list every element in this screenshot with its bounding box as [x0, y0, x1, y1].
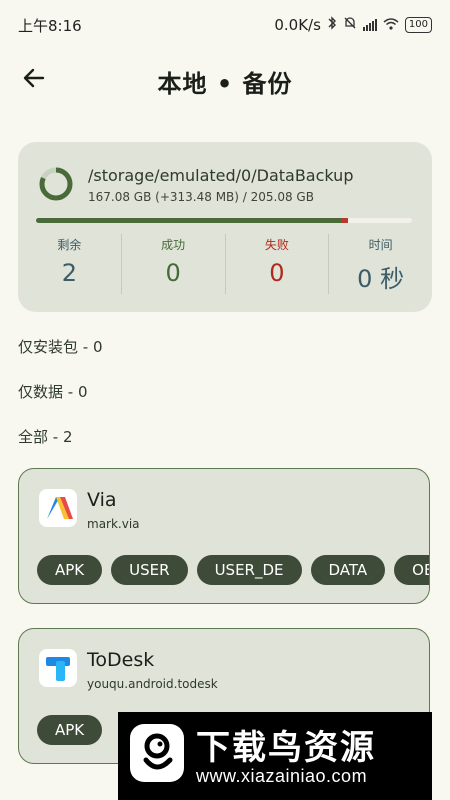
wifi-icon [383, 16, 399, 34]
chip-user-de[interactable]: USER_DE [196, 555, 302, 585]
chip-user[interactable]: USER [111, 555, 188, 585]
stat-time: 时间 0 秒 [328, 234, 432, 294]
chip-apk[interactable]: APK [37, 555, 103, 585]
storage-usage: 167.08 GB (+313.48 MB) / 205.08 GB [88, 190, 314, 204]
battery-icon: 100 [404, 17, 432, 33]
stat-label: 时间 [368, 238, 393, 252]
storage-progress-pending [342, 218, 349, 223]
storage-progress [36, 218, 412, 223]
app-name: ToDesk [87, 649, 155, 671]
backup-summary-card: /storage/emulated/0/DataBackup 167.08 GB… [18, 142, 432, 312]
app-bar: 本地 • 备份 [0, 52, 450, 108]
status-bar: 上午8:16 0.0K/s 100 [0, 0, 450, 50]
storage-path: /storage/emulated/0/DataBackup [88, 166, 354, 185]
app-card-via[interactable]: Via mark.via APK USER USER_DE DATA OBB [18, 468, 430, 604]
backup-stats: 剩余 2 成功 0 失败 0 时间 0 秒 [18, 234, 432, 294]
stat-label: 失败 [264, 238, 289, 252]
chip-apk[interactable]: APK [37, 715, 103, 745]
data-type-chips: APK USER USER_DE DATA OBB [37, 555, 429, 585]
stat-value: 0 秒 [357, 265, 405, 293]
watermark-url: www.xiazainiao.com [196, 766, 368, 786]
chip-obb[interactable]: OBB [394, 555, 429, 585]
signal-icon [362, 19, 377, 31]
todesk-icon [39, 649, 77, 687]
app-package: youqu.android.todesk [87, 677, 218, 691]
app-package: mark.via [87, 517, 140, 531]
chip-data[interactable]: DATA [310, 555, 386, 585]
bird-logo-icon [130, 724, 184, 782]
status-icons: 0.0K/s 100 [274, 16, 432, 34]
stat-value: 2 [61, 259, 78, 287]
section-apk-only[interactable]: 仅安装包 - 0 [18, 336, 103, 357]
stat-success: 成功 0 [120, 234, 225, 294]
mute-icon [343, 16, 357, 34]
stat-label: 成功 [161, 238, 186, 252]
section-data-only[interactable]: 仅数据 - 0 [18, 381, 88, 402]
stat-value: 0 [269, 259, 285, 287]
network-speed: 0.0K/s [274, 16, 321, 34]
status-time: 上午8:16 [18, 16, 82, 35]
via-icon [39, 489, 77, 527]
stat-remaining: 剩余 2 [18, 234, 121, 294]
data-type-chips: APK [37, 715, 103, 745]
watermark-title: 下载鸟资源 [196, 728, 376, 768]
watermark-banner: 下载鸟资源 www.xiazainiao.com [118, 712, 432, 800]
stat-failed: 失败 0 [224, 234, 329, 294]
app-name: Via [87, 489, 117, 511]
page-title: 本地 • 备份 [157, 70, 293, 98]
storage-progress-fill [36, 218, 343, 223]
storage-ring-icon [39, 167, 73, 201]
stat-value: 0 [165, 259, 181, 287]
section-all[interactable]: 全部 - 2 [18, 426, 73, 447]
stat-label: 剩余 [57, 238, 82, 252]
bluetooth-icon [327, 16, 337, 34]
